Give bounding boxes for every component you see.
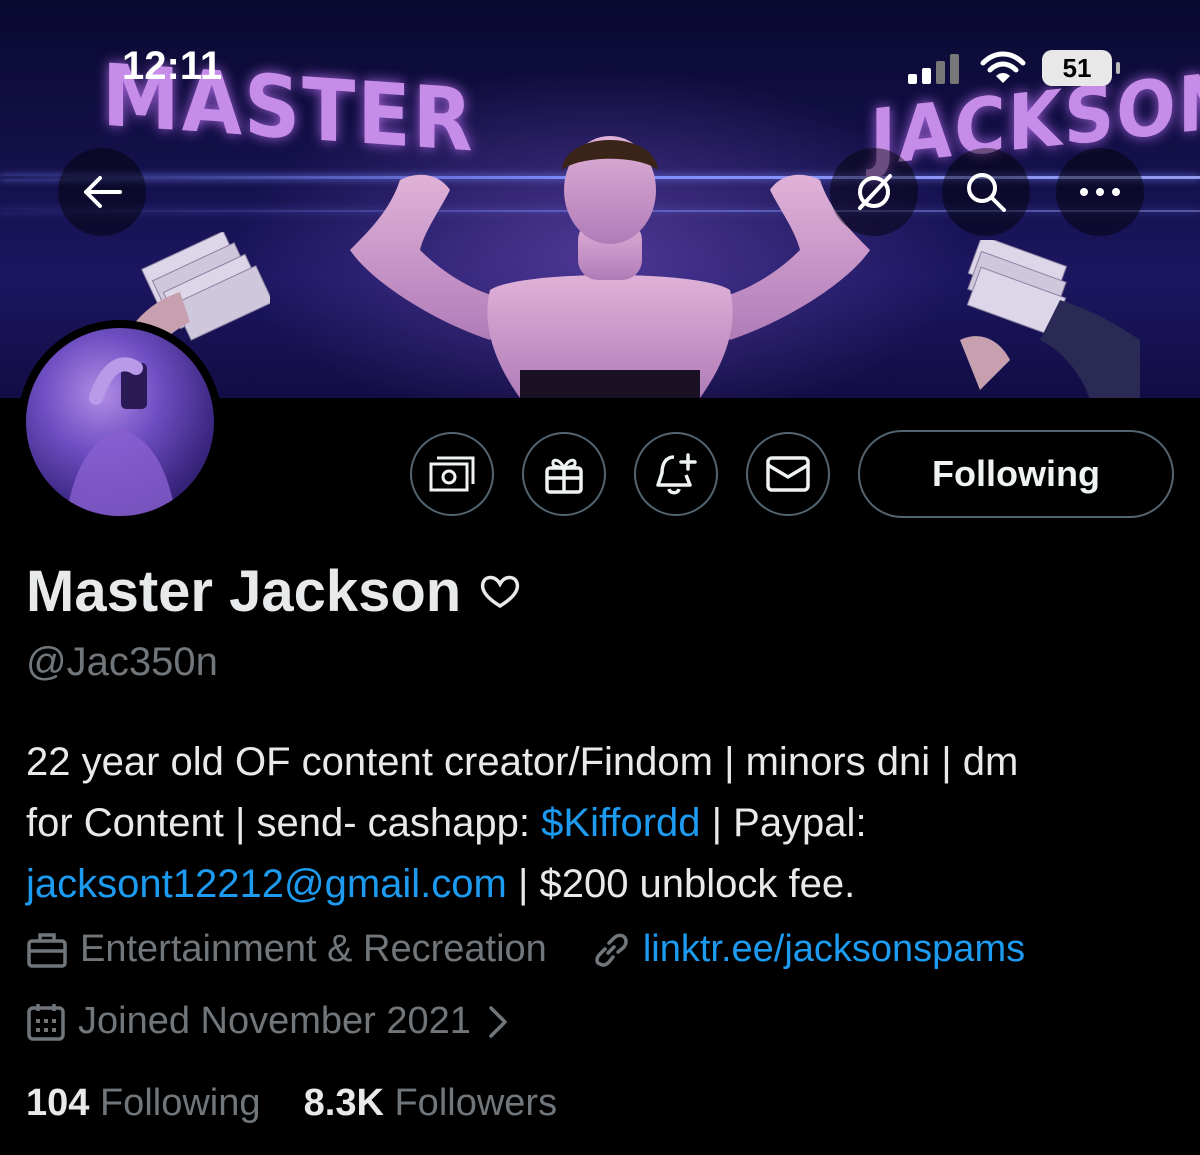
bio-text: | $200 unblock fee. <box>506 862 856 906</box>
email-link[interactable]: jacksont12212@gmail.com <box>26 862 507 906</box>
follow-stats: 104 Following 8.3K Followers <box>26 1082 557 1125</box>
gift-icon <box>545 458 583 494</box>
bio-line: 22 year old OF content creator/Findom | … <box>26 740 1019 784</box>
bio-text: for Content | send- cashapp: <box>26 801 542 845</box>
joined-row[interactable]: Joined November 2021 <box>26 1000 523 1043</box>
status-time: 12:11 <box>122 44 223 88</box>
profile-name: Master Jackson <box>26 559 462 624</box>
wifi-icon <box>980 51 1026 83</box>
mail-icon <box>766 456 810 492</box>
grok-button[interactable] <box>830 148 918 236</box>
cashtag-link[interactable]: $Kiffordd <box>541 801 700 845</box>
profile-handle: @Jac350n <box>26 640 218 684</box>
profile-meta-row: Entertainment & Recreation linktr.ee/jac… <box>26 928 1025 971</box>
briefcase-icon <box>27 932 67 968</box>
followers-count: 8.3K <box>303 1082 384 1124</box>
signal-icon <box>908 54 959 84</box>
link-icon <box>595 933 628 967</box>
profile-category: Entertainment & Recreation <box>80 928 547 970</box>
more-icon <box>1080 188 1120 196</box>
message-button[interactable] <box>746 432 830 516</box>
calendar-icon <box>27 1003 65 1041</box>
back-arrow-icon <box>84 176 122 208</box>
cash-stack-right-image <box>960 240 1140 398</box>
followers-stat[interactable]: 8.3K Followers <box>304 1082 557 1124</box>
money-icon <box>429 456 475 492</box>
bell-plus-icon <box>656 453 697 495</box>
chevron-right-icon <box>489 1005 507 1038</box>
avatar-image <box>26 328 214 516</box>
gift-button[interactable] <box>522 432 606 516</box>
heart-badge-icon <box>481 575 520 608</box>
search-icon <box>967 173 1006 212</box>
more-button[interactable] <box>1056 148 1144 236</box>
bird-off-icon <box>858 174 892 210</box>
notify-button[interactable] <box>634 432 718 516</box>
following-button[interactable]: Following <box>858 430 1174 518</box>
tip-button[interactable] <box>410 432 494 516</box>
bio-line: jacksont12212@gmail.com | $200 unblock f… <box>26 854 1176 915</box>
status-icons: 51 <box>906 48 1120 88</box>
bio-text: | Paypal: <box>700 801 867 845</box>
following-count: 104 <box>26 1082 90 1124</box>
search-button[interactable] <box>942 148 1030 236</box>
bio-line: for Content | send- cashapp: $Kiffordd |… <box>26 793 1176 854</box>
followers-label: Followers <box>394 1082 558 1124</box>
profile-name-row: Master Jackson <box>26 558 523 625</box>
profile-website-link[interactable]: linktr.ee/jacksonspams <box>643 928 1025 971</box>
avatar[interactable] <box>18 320 222 524</box>
back-button[interactable] <box>58 148 146 236</box>
banner-person-image <box>350 136 870 398</box>
following-stat[interactable]: 104 Following <box>26 1082 261 1124</box>
battery-indicator: 51 <box>1042 50 1120 86</box>
joined-date: Joined November 2021 <box>78 1000 471 1042</box>
following-label: Following <box>99 1082 261 1124</box>
profile-bio: 22 year old OF content creator/Findom | … <box>26 732 1176 915</box>
